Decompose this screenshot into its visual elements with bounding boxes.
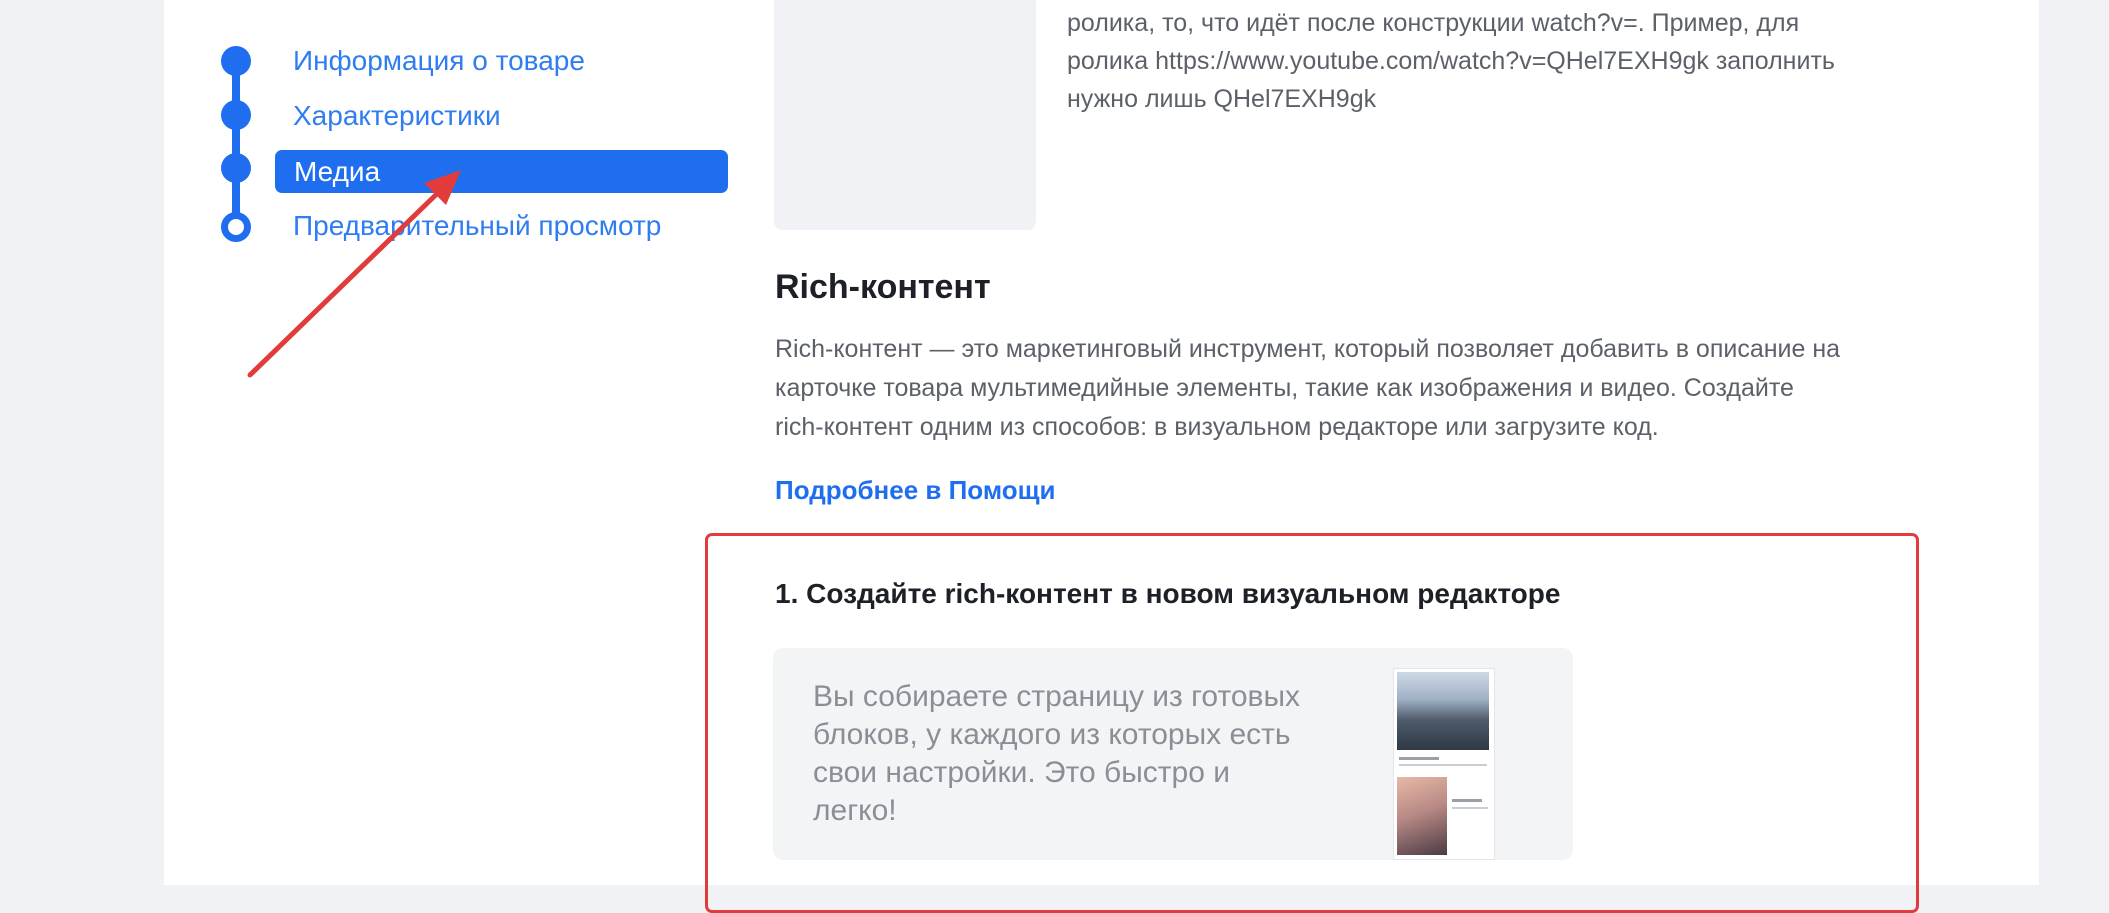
arrow-shaft xyxy=(247,182,449,378)
annotation-arrow xyxy=(247,170,461,378)
